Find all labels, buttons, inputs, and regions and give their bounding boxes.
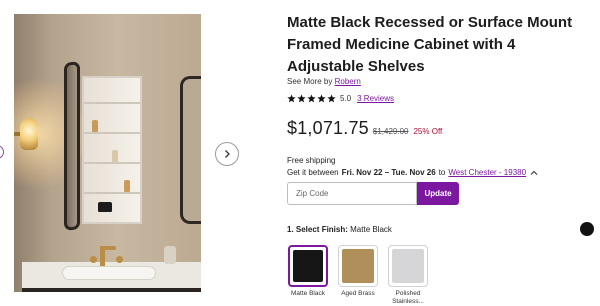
bottle — [92, 120, 98, 132]
original-price: $1,429.00 — [372, 127, 409, 136]
product-image[interactable] — [14, 14, 201, 292]
bottle — [124, 180, 130, 192]
star-icon — [317, 94, 326, 103]
vanity-base — [22, 288, 201, 292]
star-icon — [307, 94, 316, 103]
box — [98, 202, 112, 212]
product-title: Matte Black Recessed or Surface Mount Fr… — [287, 14, 573, 75]
cabinet-shelf — [84, 102, 140, 104]
swatch-fill — [293, 250, 323, 282]
swatch-fill — [392, 249, 424, 283]
discount-badge: 25% Off — [413, 127, 443, 136]
mirror — [180, 76, 201, 224]
cabinet-shelf — [84, 132, 140, 134]
finish-selected: Matte Black — [350, 225, 392, 234]
swatch-label: Matte Black — [291, 290, 325, 297]
cabinet-shelf — [84, 192, 140, 194]
cabinet-door — [64, 61, 80, 231]
bottle — [112, 150, 118, 162]
delivery-estimate: Get it between Fri. Nov 22 – Tue. Nov 26… — [287, 168, 538, 177]
finish-swatch-aged-brass[interactable] — [338, 245, 378, 287]
swatch-label: Polished Stainless... — [392, 290, 424, 305]
reviews-link[interactable]: 3 Reviews — [357, 94, 394, 103]
zip-code-input[interactable] — [287, 182, 417, 205]
delivery-prefix: Get it between — [287, 168, 339, 177]
star-rating — [287, 94, 336, 103]
prev-arrow-edge[interactable] — [0, 145, 4, 159]
delivery-dates: Fri. Nov 22 – Tue. Nov 26 — [341, 168, 436, 177]
cabinet-shelf — [84, 162, 140, 164]
zip-form: Update — [287, 182, 459, 205]
price-row: $1,071.75 $1,429.00 25% Off — [287, 118, 442, 139]
delivery-to: to — [438, 168, 446, 177]
finish-label: 1. Select Finish: Matte Black — [287, 225, 392, 234]
vase — [164, 246, 176, 264]
see-more-label: See More by — [287, 77, 333, 86]
sale-price: $1,071.75 — [287, 118, 369, 138]
gallery-next-button[interactable] — [215, 142, 239, 166]
chevron-right-icon — [225, 150, 230, 158]
finish-swatch-polished-stainless[interactable] — [388, 245, 428, 287]
faucet-knob — [116, 256, 123, 263]
update-button[interactable]: Update — [417, 182, 459, 205]
star-icon — [287, 94, 296, 103]
chevron-up-icon[interactable] — [530, 169, 538, 177]
faucet-knob — [90, 256, 97, 263]
rating-row: 5.0 3 Reviews — [287, 94, 394, 103]
delivery-location-link[interactable]: West Chester - 19380 — [448, 168, 526, 177]
finish-swatch-matte-black[interactable] — [288, 245, 328, 287]
swatch-label: Aged Brass — [341, 290, 375, 297]
star-icon — [327, 94, 336, 103]
swatch-fill — [342, 249, 374, 283]
faucet-spout — [100, 246, 116, 250]
sink — [62, 266, 156, 280]
rating-value: 5.0 — [340, 94, 352, 103]
chat-button[interactable] — [580, 222, 594, 236]
star-icon — [297, 94, 306, 103]
finish-label-prefix: 1. Select Finish: — [287, 225, 348, 234]
see-more-row: See More by Robern — [287, 77, 361, 86]
brand-link[interactable]: Robern — [335, 77, 361, 86]
free-shipping-label: Free shipping — [287, 156, 336, 165]
wall-sconce — [20, 118, 38, 150]
